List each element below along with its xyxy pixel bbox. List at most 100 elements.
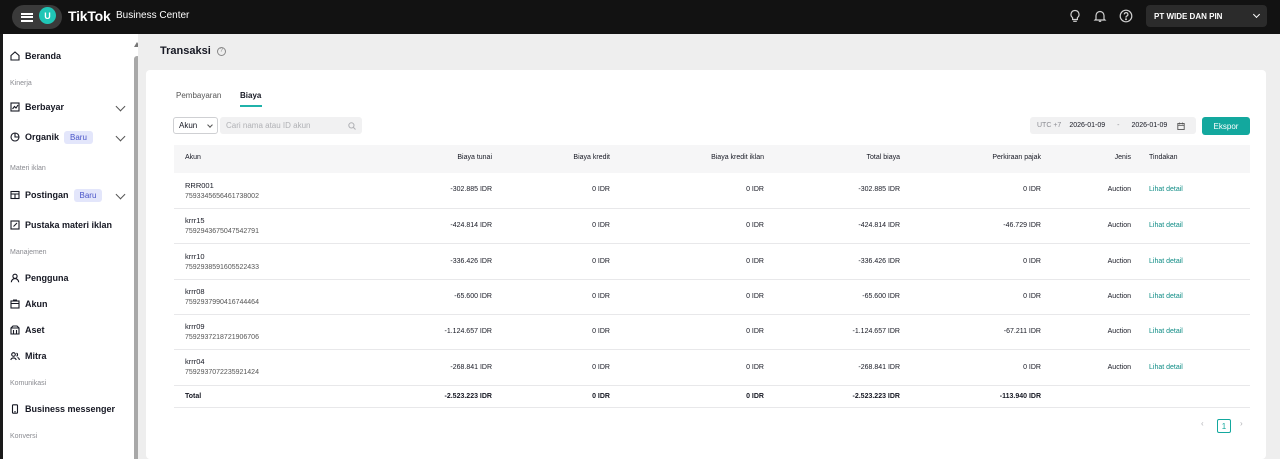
cell-biaya-kredit: 0 IDR <box>592 293 610 300</box>
bell-icon[interactable] <box>1093 9 1107 23</box>
date-start[interactable]: 2026-01-09 <box>1069 122 1105 129</box>
cell-biaya-kredit: 0 IDR <box>592 258 610 265</box>
col-header-biaya-kredit-iklan[interactable]: Biaya kredit iklan <box>640 154 764 161</box>
account-name: RRR001 <box>185 181 214 190</box>
cell-perkiraan-pajak: -46.729 IDR <box>1003 222 1041 229</box>
cell-biaya-kredit-iklan: 0 IDR <box>746 186 764 193</box>
active-tab-indicator <box>240 105 262 107</box>
sidebar-item-label: Mitra <box>25 351 47 361</box>
date-range-picker[interactable]: UTC +7 2026-01-09 - 2026-01-09 <box>1030 117 1196 134</box>
account-selector[interactable]: PT WIDE DAN PIN <box>1146 5 1267 27</box>
page-title-text: Transaksi <box>160 45 211 57</box>
row-divider <box>174 407 1250 408</box>
cell-total-biaya: -1.124.657 IDR <box>852 328 900 335</box>
date-separator: - <box>1117 122 1120 129</box>
chevron-down-icon[interactable] <box>115 189 126 200</box>
cell-jenis: Auction <box>1107 328 1131 335</box>
edit-box-icon <box>10 220 20 230</box>
view-detail-link[interactable]: Lihat detail <box>1149 364 1183 371</box>
cell-jenis: Auction <box>1107 186 1131 193</box>
sidebar-item-label: Pustaka materi iklan <box>25 220 113 230</box>
account-name: PT WIDE DAN PIN <box>1154 11 1223 21</box>
date-end[interactable]: 2026-01-09 <box>1131 122 1167 129</box>
assets-icon <box>10 325 20 335</box>
lightbulb-icon[interactable] <box>1068 9 1082 23</box>
filter-type-select[interactable]: Akun <box>173 117 218 134</box>
pagination-page-1[interactable]: 1 <box>1217 419 1231 433</box>
col-header-akun[interactable]: Akun <box>185 154 201 161</box>
view-detail-link[interactable]: Lihat detail <box>1149 328 1183 335</box>
tiktok-logo[interactable]: TikTok <box>68 8 111 24</box>
cell-biaya-tunai: -65.600 IDR <box>454 293 492 300</box>
sidebar-item-mitra[interactable]: Mitra <box>10 347 47 365</box>
sidebar-item-pustaka[interactable]: Pustaka materi iklan <box>10 216 112 234</box>
view-detail-link[interactable]: Lihat detail <box>1149 258 1183 265</box>
top-bar: U TikTok Business Center PT WIDE DAN PIN <box>0 0 1280 34</box>
cell-total-biaya: -268.841 IDR <box>858 364 900 371</box>
sidebar-scrollbar[interactable] <box>134 42 138 459</box>
cell-jenis: Auction <box>1107 222 1131 229</box>
account-id: 7593345656461738002 <box>185 193 259 200</box>
total-label: Total <box>185 393 202 400</box>
sidebar-item-organik[interactable]: Organik Baru <box>10 128 93 146</box>
sidebar-item-label: Business messenger <box>25 404 116 414</box>
cell-jenis: Auction <box>1107 293 1131 300</box>
cell-total-biaya: -302.885 IDR <box>858 186 900 193</box>
filter-type-value: Akun <box>179 121 198 130</box>
col-header-perkiraan-pajak[interactable]: Perkiraan pajak <box>940 154 1041 161</box>
cell-biaya-tunai: -302.885 IDR <box>450 186 492 193</box>
sidebar-item-aset[interactable]: Aset <box>10 321 45 339</box>
sidebar-item-label: Aset <box>25 325 45 335</box>
account-name: krrr10 <box>185 252 205 261</box>
cell-perkiraan-pajak: 0 IDR <box>1023 186 1041 193</box>
account-id: 7592937990416744464 <box>185 299 259 306</box>
pagination-prev-icon[interactable]: ‹ <box>1201 419 1204 428</box>
sidebar-item-label: Organik <box>25 132 60 142</box>
account-id: 7592937072235921424 <box>185 369 259 376</box>
tab-pembayaran[interactable]: Pembayaran <box>176 91 221 100</box>
col-header-jenis[interactable]: Jenis <box>1080 154 1131 161</box>
col-header-total-biaya[interactable]: Total biaya <box>800 154 900 161</box>
pagination-next-icon[interactable]: › <box>1240 419 1243 428</box>
view-detail-link[interactable]: Lihat detail <box>1149 222 1183 229</box>
question-icon[interactable]: ? <box>216 46 226 56</box>
chevron-down-icon[interactable] <box>115 131 126 142</box>
brand-subtitle: Business Center <box>116 10 190 21</box>
cell-biaya-kredit: 0 IDR <box>592 328 610 335</box>
sidebar-item-akun[interactable]: Akun <box>10 295 48 313</box>
export-button[interactable]: Ekspor <box>1202 117 1250 135</box>
cell-biaya-kredit-iklan: 0 IDR <box>746 328 764 335</box>
search-input[interactable]: Cari nama atau ID akun <box>220 117 362 134</box>
cell-biaya-tunai: -336.426 IDR <box>450 258 492 265</box>
view-detail-link[interactable]: Lihat detail <box>1149 293 1183 300</box>
account-name: krrr09 <box>185 322 205 331</box>
sidebar-item-beranda[interactable]: Beranda <box>10 47 61 65</box>
sidebar-item-postingan[interactable]: Postingan Baru <box>10 186 103 204</box>
calendar-icon <box>1177 122 1185 130</box>
cell-biaya-kredit-iklan: 0 IDR <box>746 293 764 300</box>
user-avatar[interactable]: U <box>39 7 56 24</box>
new-badge: Baru <box>73 188 103 202</box>
tab-biaya[interactable]: Biaya <box>240 91 261 100</box>
view-detail-link[interactable]: Lihat detail <box>1149 186 1183 193</box>
col-header-biaya-kredit[interactable]: Biaya kredit <box>520 154 610 161</box>
row-divider <box>174 208 1250 209</box>
scroll-thumb[interactable] <box>134 56 138 459</box>
home-icon <box>10 51 20 61</box>
account-name: krrr08 <box>185 287 205 296</box>
row-divider <box>174 314 1250 315</box>
cell-biaya-kredit-iklan: 0 IDR <box>746 258 764 265</box>
sidebar-item-label: Berbayar <box>25 102 65 112</box>
search-placeholder: Cari nama atau ID akun <box>226 121 311 130</box>
sidebar-item-berbayar[interactable]: Berbayar <box>10 98 64 116</box>
chevron-down-icon[interactable] <box>115 101 126 112</box>
col-header-biaya-tunai[interactable]: Biaya tunai <box>400 154 492 161</box>
sidebar-item-business-messenger[interactable]: Business messenger <box>10 400 115 418</box>
help-icon[interactable] <box>1119 9 1133 23</box>
section-kinerja: Kinerja <box>10 80 32 87</box>
post-icon <box>10 190 20 200</box>
scroll-up-arrow-icon[interactable] <box>134 42 138 47</box>
account-id: 7592937218721906706 <box>185 334 259 341</box>
total-biaya-kredit: 0 IDR <box>592 393 610 400</box>
sidebar-item-pengguna[interactable]: Pengguna <box>10 269 69 287</box>
